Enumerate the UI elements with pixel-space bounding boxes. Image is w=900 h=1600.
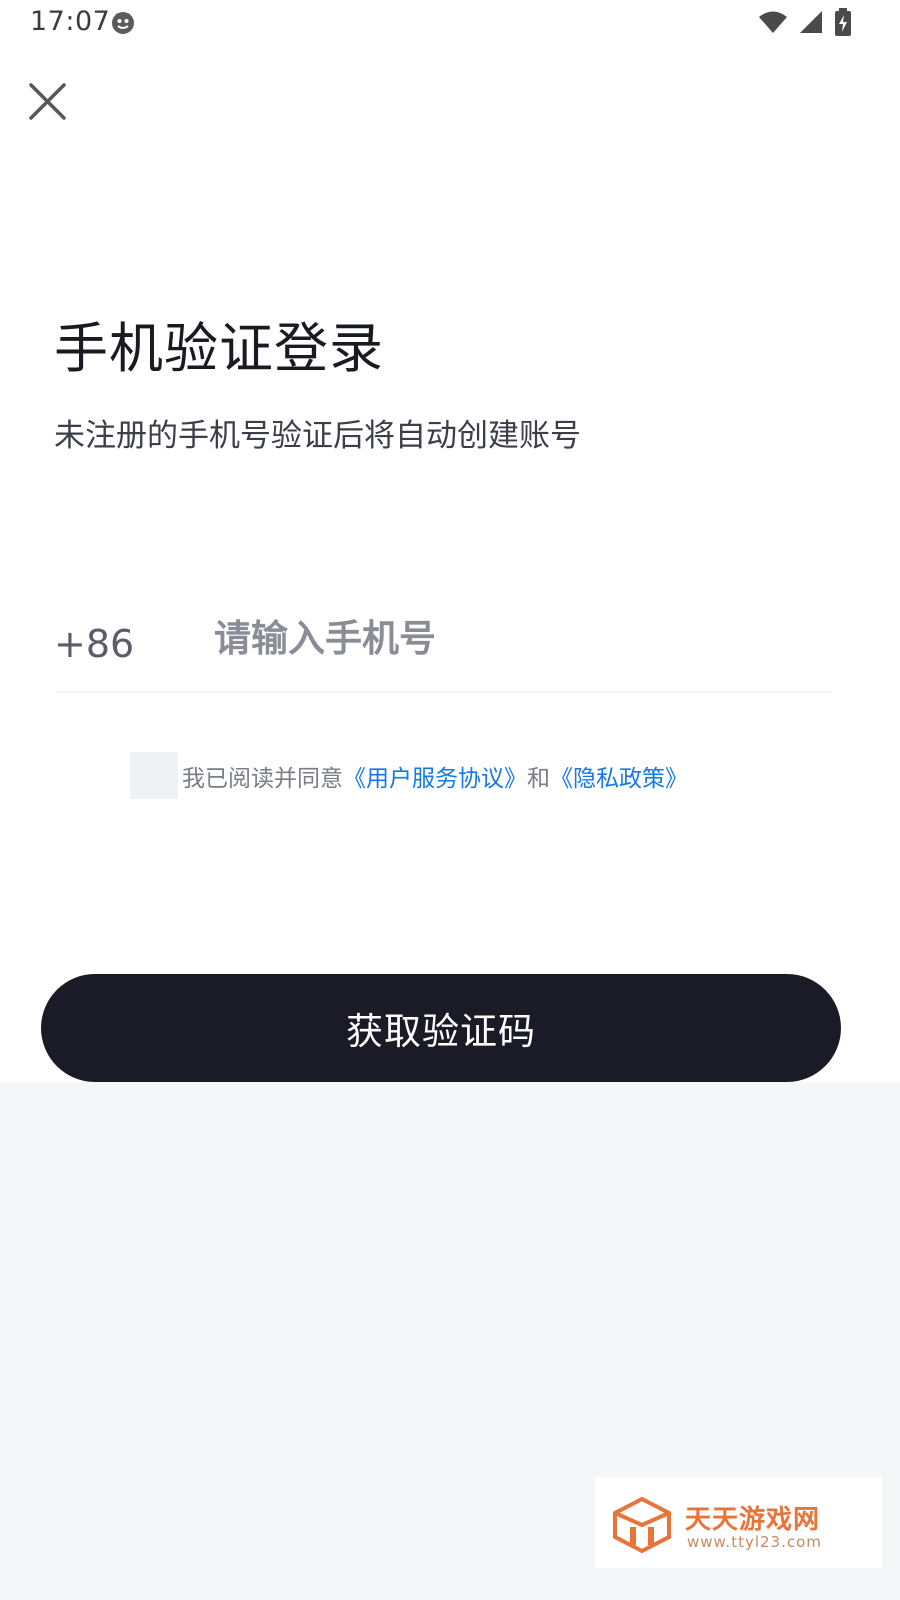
get-code-button[interactable]: 获取验证码 [41,974,841,1082]
status-time: 17:07 [30,6,111,37]
input-divider [56,691,832,693]
watermark-title: 天天游戏网 [685,1505,821,1535]
country-code-selector[interactable]: +86 [54,622,134,666]
agreement-row: 我已阅读并同意 《用户服务协议》 和 《隐私政策》 [130,752,688,799]
close-icon [29,83,66,120]
status-icons [758,8,852,40]
signal-icon [798,9,824,39]
watermark-logo-icon [613,1497,671,1553]
agreement-prefix: 我已阅读并同意 [182,765,343,792]
login-page: 17:07 手机验证登录 未注册的手机号验证后将自动创建账号 +86 请输入手机… [0,0,900,1600]
phone-input[interactable] [214,606,814,670]
watermark-url: www.ttyl23.com [687,1533,822,1551]
status-bar: 17:07 [0,0,900,46]
close-button[interactable] [26,80,70,124]
agreement-conjunction: 和 [527,765,550,792]
battery-charging-icon [834,8,852,40]
agree-checkbox[interactable] [130,752,178,799]
page-subtitle: 未注册的手机号验证后将自动创建账号 [54,418,581,454]
app-notification-icon [110,10,136,36]
privacy-link[interactable]: 《隐私政策》 [550,759,688,793]
page-title: 手机验证登录 [54,317,384,380]
wifi-icon [758,9,788,39]
watermark: 天天游戏网 www.ttyl23.com [595,1477,882,1568]
terms-link[interactable]: 《用户服务协议》 [343,759,527,793]
